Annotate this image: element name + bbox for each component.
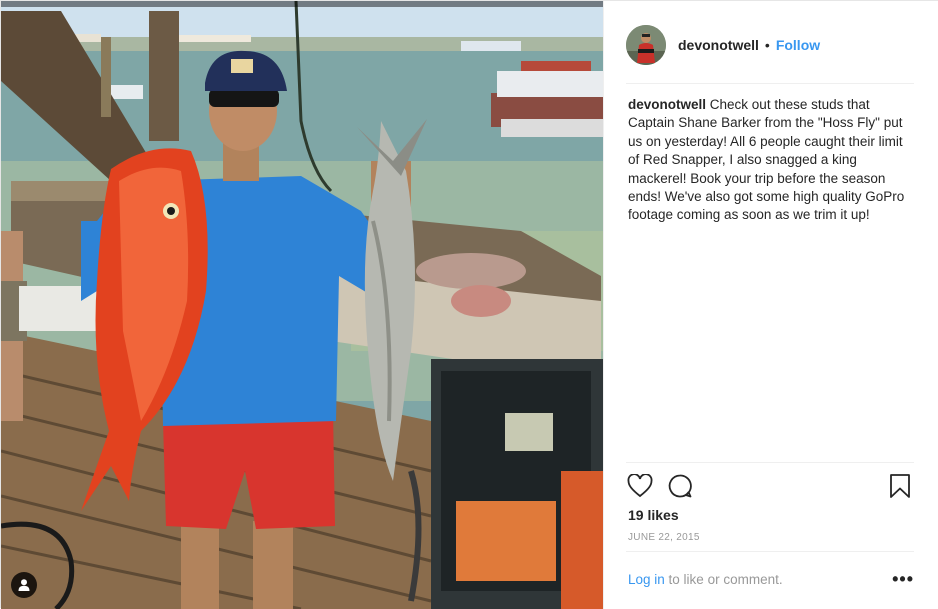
login-prompt: Log in to like or comment.: [628, 572, 783, 587]
separator-dot: •: [764, 37, 770, 53]
login-prompt-text: to like or comment.: [664, 572, 783, 587]
user-tag-icon[interactable]: [11, 572, 37, 598]
divider: [626, 551, 914, 552]
caption-username-link[interactable]: devonotwell: [628, 97, 706, 112]
login-link[interactable]: Log in: [628, 572, 665, 587]
like-button[interactable]: [626, 472, 654, 500]
post-details-panel: devonotwell • Follow devonotwell Check o…: [603, 1, 938, 609]
save-button[interactable]: [886, 472, 914, 500]
comment-button[interactable]: [666, 472, 694, 500]
fishing-photo-illustration: [1, 1, 603, 609]
avatar[interactable]: [626, 25, 666, 65]
username-link[interactable]: devonotwell: [678, 37, 759, 53]
caption-text: Check out these studs that Captain Shane…: [628, 97, 905, 223]
follow-button[interactable]: Follow: [776, 37, 820, 53]
divider: [626, 83, 914, 84]
comment-bubble-icon: [668, 474, 692, 498]
heart-icon: [627, 474, 653, 498]
likes-count[interactable]: 19 likes: [628, 507, 679, 523]
photo-top-shadow: [1, 1, 603, 7]
action-bar: [626, 471, 914, 501]
bookmark-icon: [890, 474, 910, 498]
more-options-button[interactable]: •••: [892, 569, 914, 590]
instagram-post-embed: devonotwell • Follow devonotwell Check o…: [0, 0, 938, 609]
post-caption: devonotwell Check out these studs that C…: [628, 96, 916, 225]
post-date: JUNE 22, 2015: [628, 532, 700, 543]
post-photo[interactable]: [1, 1, 603, 609]
post-header: devonotwell • Follow: [626, 23, 914, 67]
divider: [626, 462, 914, 463]
